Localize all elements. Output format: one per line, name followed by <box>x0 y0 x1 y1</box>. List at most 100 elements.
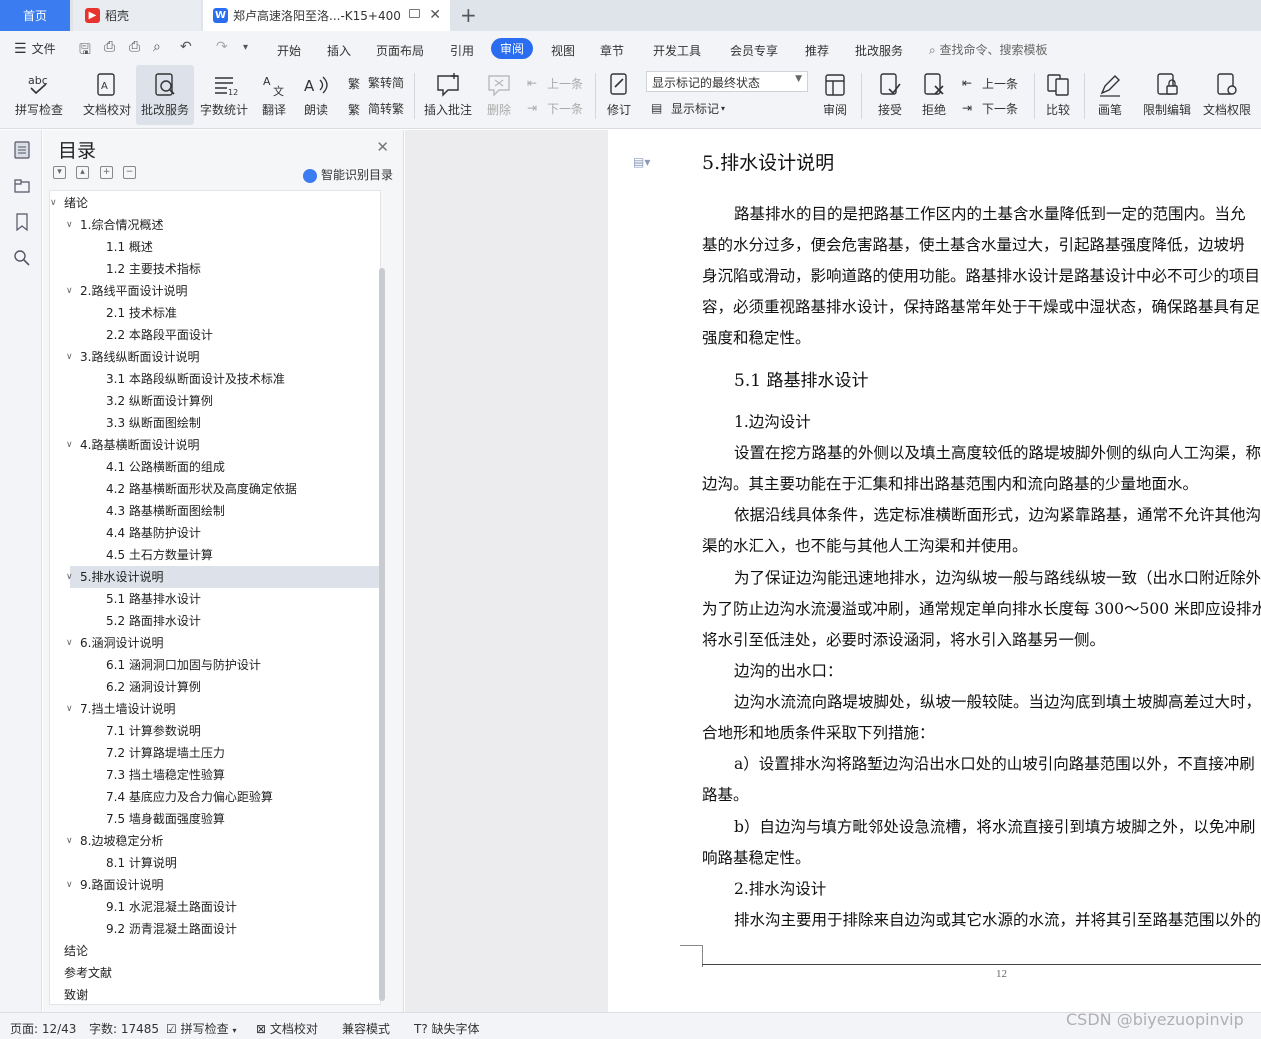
menu-insert[interactable]: 插入 <box>327 42 351 59</box>
menu-dev-tools[interactable]: 开发工具 <box>653 42 701 59</box>
pen-button[interactable]: 画笔 <box>1092 65 1128 125</box>
review-pane-button[interactable]: 审阅 <box>815 65 855 125</box>
toc-subitem[interactable]: 6.2 涵洞设计算例 <box>50 676 380 698</box>
menu-page-layout[interactable]: 页面布局 <box>376 42 424 59</box>
collapse-all-icon[interactable]: ▴ <box>76 166 89 179</box>
chevron-down-icon[interactable]: ∨ <box>66 346 73 368</box>
file-menu[interactable]: ☰ 文件 <box>14 40 56 57</box>
toc-item[interactable]: ∨ 8.边坡稳定分析 <box>50 830 380 852</box>
toc-item[interactable]: ∨ 3.路线纵断面设计说明 <box>50 346 380 368</box>
toc-subitem[interactable]: 4.2 路基横断面形状及高度确定依据 <box>50 478 380 500</box>
read-aloud-button[interactable]: A 朗读 <box>300 65 332 125</box>
toc-subitem[interactable]: 3.3 纵断面图绘制 <box>50 412 380 434</box>
search-icon[interactable] <box>12 248 32 268</box>
toc-subitem[interactable]: 2.2 本路段平面设计 <box>50 324 380 346</box>
translate-button[interactable]: A文 翻译 <box>256 65 292 125</box>
expand-all-icon[interactable]: ▾ <box>53 166 66 179</box>
compare-button[interactable]: 比较 <box>1038 65 1078 125</box>
simp-to-trad-button[interactable]: 繁简转繁 <box>348 100 404 117</box>
chevron-down-icon[interactable]: ∨ <box>66 434 73 456</box>
toc-subitem[interactable]: 4.1 公路横断面的组成 <box>50 456 380 478</box>
chevron-down-icon[interactable]: ∨ <box>66 566 73 588</box>
track-changes-button[interactable]: 修订 <box>600 65 638 125</box>
toc-item[interactable]: ∨ 6.涵洞设计说明 <box>50 632 380 654</box>
toc-subitem[interactable]: 1.1 概述 <box>50 236 380 258</box>
toc-item[interactable]: 致谢 <box>50 984 380 1006</box>
tab-close-icon[interactable]: ✕ <box>429 7 441 23</box>
toc-subitem[interactable]: 6.1 涵洞洞口加固与防护设计 <box>50 654 380 676</box>
toc-subitem[interactable]: 3.1 本路段纵断面设计及技术标准 <box>50 368 380 390</box>
remove-heading-icon[interactable]: − <box>123 166 136 179</box>
chevron-down-icon[interactable]: ∨ <box>66 874 73 896</box>
toc-subitem[interactable]: 4.4 路基防护设计 <box>50 522 380 544</box>
export-icon[interactable]: ⎙ <box>104 39 115 55</box>
menu-review[interactable]: 审阅 <box>491 38 534 59</box>
word-count-button[interactable]: 123 字数统计 <box>197 65 251 125</box>
save-icon[interactable]: 🖫 <box>79 39 91 63</box>
chevron-down-icon[interactable]: ∨ <box>66 698 73 720</box>
word-count[interactable]: 字数: 17485 <box>89 1020 159 1037</box>
toc-subitem[interactable]: 9.2 沥青混凝土路面设计 <box>50 918 380 940</box>
menu-start[interactable]: 开始 <box>277 42 301 59</box>
toc-item[interactable]: ∨ 绪论 <box>50 192 380 214</box>
chevron-down-icon[interactable]: ∨ <box>50 192 57 214</box>
toc-subitem[interactable]: 7.4 基底应力及合力偏心距验算 <box>50 786 380 808</box>
toc-subitem[interactable]: 7.2 计算路堤墙土压力 <box>50 742 380 764</box>
toc-subitem[interactable]: 1.2 主要技术指标 <box>50 258 380 280</box>
toc-subitem[interactable]: 7.1 计算参数说明 <box>50 720 380 742</box>
chevron-down-icon[interactable]: ∨ <box>66 830 73 852</box>
toc-item[interactable]: 结论 <box>50 940 380 962</box>
toc-subitem[interactable]: 9.1 水泥混凝土路面设计 <box>50 896 380 918</box>
chevron-down-icon[interactable]: ∨ <box>66 214 73 236</box>
menu-member[interactable]: 会员专享 <box>730 42 778 59</box>
accept-button[interactable]: 接受 <box>870 65 910 125</box>
revise-service-button[interactable]: 批改服务 <box>136 65 194 125</box>
print-icon[interactable]: ⎙ <box>129 39 140 55</box>
trad-to-simp-button[interactable]: 繁繁转简 <box>348 74 404 91</box>
toc-subitem[interactable]: 5.1 路基排水设计 <box>50 588 380 610</box>
reject-button[interactable]: 拒绝 <box>914 65 954 125</box>
toc-subitem[interactable]: 4.3 路基横断面图绘制 <box>50 500 380 522</box>
doc-format-icon[interactable]: ▤▾ <box>633 155 650 171</box>
tab-home[interactable]: 首页 <box>0 0 70 31</box>
toc-subitem[interactable]: 7.5 墙身截面强度验算 <box>50 808 380 830</box>
chevron-down-icon[interactable]: ∨ <box>66 280 73 302</box>
prev-change-button[interactable]: ⇤ 上一条 <box>962 75 1018 92</box>
toc-item[interactable]: ∨ 7.挡土墙设计说明 <box>50 698 380 720</box>
toc-scrollbar[interactable] <box>379 268 385 1001</box>
toc-subitem[interactable]: 3.2 纵断面设计算例 <box>50 390 380 412</box>
new-tab-icon[interactable]: + <box>460 3 477 27</box>
toc-subitem[interactable]: 4.5 土石方数量计算 <box>50 544 380 566</box>
toc-item[interactable]: ∨ 2.路线平面设计说明 <box>50 280 380 302</box>
close-icon[interactable]: ✕ <box>376 138 389 156</box>
tab-daoke[interactable]: ▶ 稻壳 <box>73 0 201 31</box>
smart-toc-button[interactable]: 智能识别目录 <box>303 166 393 183</box>
toc-item[interactable]: ∨ 1.综合情况概述 <box>50 214 380 236</box>
add-heading-icon[interactable]: + <box>100 166 113 179</box>
menu-chapter[interactable]: 章节 <box>600 42 624 59</box>
doc-check-button[interactable]: A 文档校对 <box>78 65 136 125</box>
next-change-button[interactable]: ⇥ 下一条 <box>962 100 1018 117</box>
chevron-down-icon[interactable]: ∨ <box>66 632 73 654</box>
doc-permission-button[interactable]: 文档权限 <box>1200 65 1254 125</box>
print-preview-icon[interactable]: ⌕ <box>153 39 161 55</box>
show-markup-button[interactable]: ▤ 显示标记 ▾ <box>651 100 725 117</box>
menu-view[interactable]: 视图 <box>551 42 575 59</box>
toc-item[interactable]: ∨ 4.路基横断面设计说明 <box>50 434 380 456</box>
toc-icon[interactable] <box>12 140 32 160</box>
toc-subitem[interactable]: 8.1 计算说明 <box>50 852 380 874</box>
restrict-edit-button[interactable]: 限制编辑 <box>1140 65 1194 125</box>
command-search[interactable]: ⌕ 查找命令、搜索模板 <box>929 41 1048 58</box>
more-dropdown-icon[interactable]: ▾ <box>243 42 248 53</box>
status-doc-check[interactable]: ⊠ 文档校对 <box>256 1020 318 1037</box>
missing-font[interactable]: T? 缺失字体 <box>414 1020 480 1037</box>
markup-state-select[interactable]: 显示标记的最终状态 ▼ <box>646 71 808 92</box>
spell-check-button[interactable]: abc 拼写检查 <box>8 65 70 125</box>
menu-revise-service[interactable]: 批改服务 <box>855 42 903 59</box>
bookmark-icon[interactable] <box>12 212 32 232</box>
toc-subitem[interactable]: 2.1 技术标准 <box>50 302 380 324</box>
toc-item[interactable]: 参考文献 <box>50 962 380 984</box>
tab-document[interactable]: W 郑卢高速洛阳至洛...-K15+400 ✕ <box>203 0 450 31</box>
toc-item[interactable]: ∨ 5.排水设计说明 <box>66 566 380 588</box>
page-indicator[interactable]: 页面: 12/43 <box>10 1020 76 1037</box>
